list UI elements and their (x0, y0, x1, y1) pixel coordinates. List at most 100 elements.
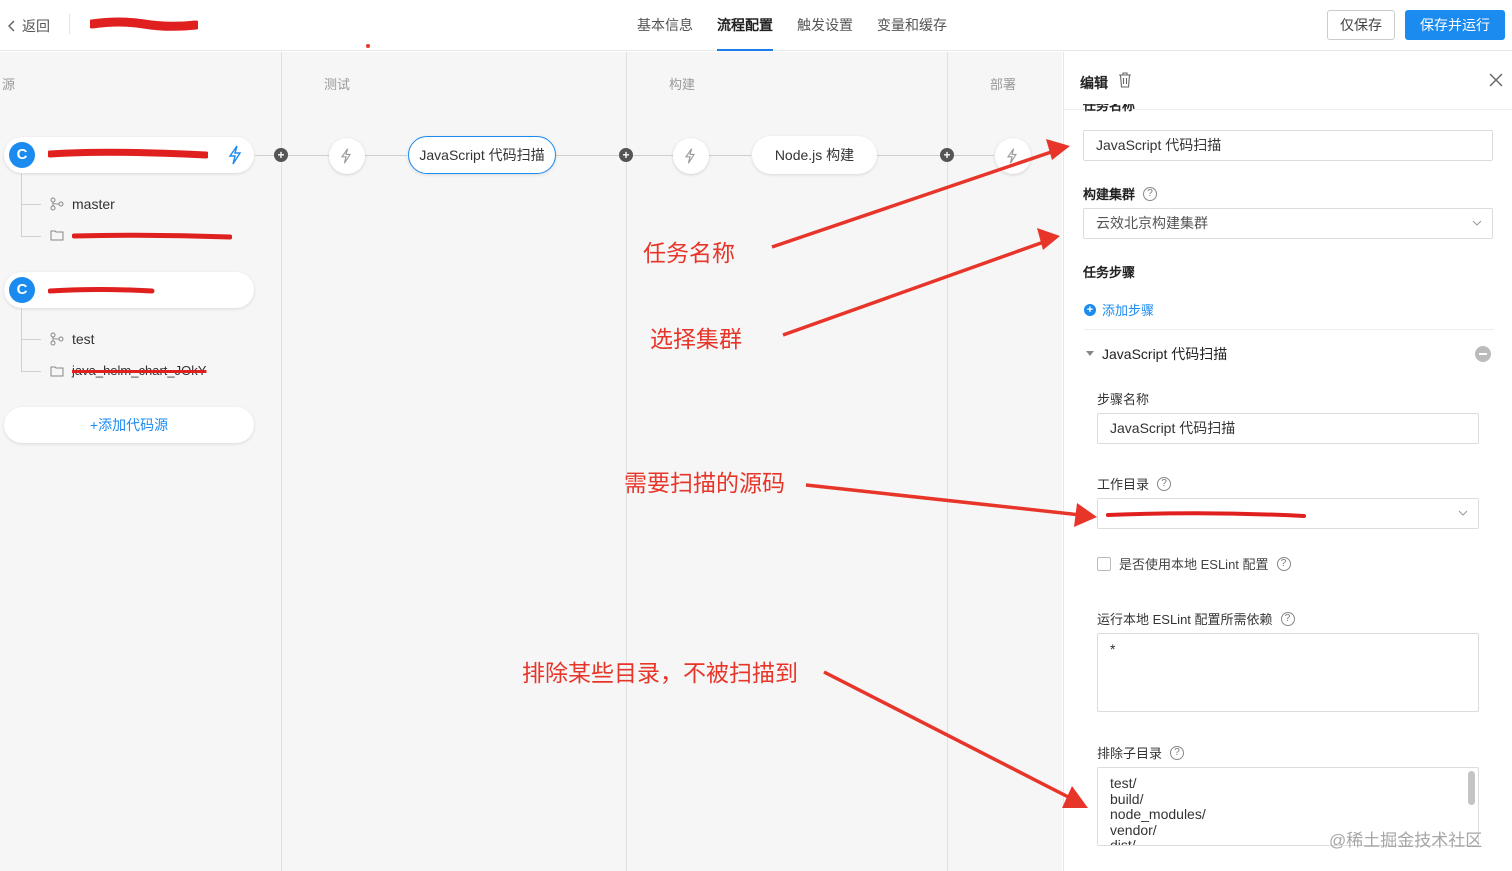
folder-name: java_helm_chart_JOkY (72, 363, 207, 378)
panel-header: 编辑 (1064, 52, 1512, 110)
edit-panel: 编辑 任务名称 JavaScript 代码扫描 构建集群 ? 云效北京构建集群 … (1063, 52, 1512, 871)
stage-title-build: 构建 (669, 77, 696, 92)
chevron-down-icon (1458, 510, 1468, 516)
stage-trigger-button[interactable] (995, 138, 1031, 174)
exclude-line: build/ (1110, 790, 1144, 807)
chevron-left-icon (8, 20, 15, 32)
stage-title-deploy: 部署 (990, 77, 1017, 92)
flow-connector (556, 155, 751, 156)
cluster-select-value: 云效北京构建集群 (1096, 215, 1208, 231)
stage-title-source: 源 (2, 77, 16, 92)
source-card[interactable]: C (4, 272, 254, 308)
trash-icon[interactable] (1118, 72, 1132, 88)
tree-connector (21, 204, 41, 205)
cluster-label: 构建集群 ? (1083, 184, 1158, 203)
branch-icon (50, 332, 64, 346)
branch-name: master (72, 196, 115, 212)
header-tabs: 基本信息 流程配置 触发设置 变量和缓存 (625, 0, 959, 51)
add-source-button[interactable]: +添加代码源 (4, 407, 254, 443)
exclude-dirs-label: 排除子目录 ? (1097, 743, 1185, 762)
task-steps-label: 任务步骤 (1083, 265, 1136, 280)
exclude-dirs-label-text: 排除子目录 (1097, 746, 1163, 761)
codeup-logo-icon: C (9, 142, 35, 168)
task-name-label: 任务名称 (1083, 104, 1136, 113)
workdir-select[interactable] (1097, 498, 1479, 529)
tab-flow-config[interactable]: 流程配置 (705, 0, 785, 51)
annotation-exclude-dirs: 排除某些目录，不被扫描到 (522, 660, 798, 686)
lightning-icon[interactable] (228, 145, 242, 165)
remove-step-icon[interactable] (1475, 346, 1491, 362)
eslint-checkbox-label: 是否使用本地 ESLint 配置 (1119, 557, 1269, 572)
add-step-label: 添加步骤 (1102, 303, 1155, 318)
stage-trigger-button[interactable] (673, 138, 709, 174)
folder-icon (50, 230, 64, 241)
eslint-checkbox[interactable] (1097, 556, 1111, 571)
tree-connector (21, 339, 41, 340)
add-step-button[interactable]: + 添加步骤 (1084, 300, 1154, 319)
source-folder: java_helm_chart_JOkY (50, 363, 206, 378)
source-card[interactable]: C (4, 137, 254, 173)
cluster-label-text: 构建集群 (1083, 187, 1136, 202)
job-javascript-scan[interactable]: JavaScript 代码扫描 (408, 136, 556, 174)
chevron-down-icon (1472, 220, 1482, 226)
branch-icon (50, 197, 64, 211)
source-folder (50, 228, 232, 242)
annotation-source-scan: 需要扫描的源码 (624, 470, 785, 496)
exclude-line: test/ (1110, 775, 1137, 791)
stage-divider (626, 52, 627, 871)
step-name-input[interactable]: JavaScript 代码扫描 (1097, 413, 1479, 444)
step-title: JavaScript 代码扫描 (1102, 346, 1228, 362)
section-divider (1084, 329, 1494, 330)
stage-title-test: 测试 (324, 77, 351, 92)
header-divider (69, 14, 70, 34)
tree-connector (21, 173, 22, 237)
save-only-button[interactable]: 仅保存 (1327, 10, 1395, 40)
lightning-icon (340, 148, 352, 164)
back-button[interactable]: 返回 (8, 16, 50, 36)
stage-divider (281, 52, 282, 871)
plus-circle-icon: + (1084, 303, 1096, 316)
pipeline-canvas: 源 测试 构建 部署 C master C test java_helm_cha… (0, 52, 1062, 871)
save-and-run-button[interactable]: 保存并运行 (1405, 10, 1505, 40)
panel-title: 编辑 (1080, 75, 1108, 91)
redacted-folder-name (72, 232, 232, 240)
folder-icon (50, 366, 64, 376)
source-branch: test (50, 331, 95, 347)
task-name-input[interactable]: JavaScript 代码扫描 (1083, 130, 1493, 161)
redacted-repo-name (48, 148, 208, 159)
source-branch: master (50, 196, 115, 212)
step-name-label: 步骤名称 (1097, 392, 1150, 407)
top-header: 返回 基本信息 流程配置 触发设置 变量和缓存 仅保存 保存并运行 (0, 0, 1512, 51)
tree-connector (21, 308, 22, 372)
eslint-deps-textarea[interactable]: * (1097, 633, 1479, 712)
exclude-line: node_modules/ (1110, 806, 1206, 822)
add-stage-icon[interactable]: + (274, 148, 288, 162)
textarea-scrollbar[interactable] (1468, 771, 1475, 805)
watermark: @稀土掘金技术社区 (1329, 831, 1483, 850)
caret-down-icon (1086, 351, 1094, 356)
back-label: 返回 (22, 18, 50, 34)
eslint-checkbox-row[interactable]: 是否使用本地 ESLint 配置 ? (1097, 554, 1291, 573)
tab-basic-info[interactable]: 基本信息 (625, 0, 705, 51)
annotation-select-cluster: 选择集群 (650, 326, 742, 352)
step-header[interactable]: JavaScript 代码扫描 (1086, 344, 1227, 364)
help-icon[interactable]: ? (1143, 186, 1158, 201)
cluster-select[interactable]: 云效北京构建集群 (1083, 208, 1493, 239)
tab-variables-cache[interactable]: 变量和缓存 (865, 0, 959, 51)
help-icon[interactable]: ? (1276, 556, 1291, 571)
stage-divider (947, 52, 948, 871)
help-icon[interactable]: ? (1170, 745, 1185, 760)
add-stage-icon[interactable]: + (940, 148, 954, 162)
annotation-task-name: 任务名称 (643, 240, 735, 266)
help-icon[interactable]: ? (1280, 611, 1295, 626)
workdir-label-text: 工作目录 (1097, 477, 1150, 492)
tab-trigger-settings[interactable]: 触发设置 (785, 0, 865, 51)
add-stage-icon[interactable]: + (619, 148, 633, 162)
codeup-logo-icon: C (9, 277, 35, 303)
stage-trigger-button[interactable] (329, 138, 365, 174)
job-nodejs-build[interactable]: Node.js 构建 (752, 136, 877, 174)
help-icon[interactable]: ? (1157, 476, 1172, 491)
flow-connector (877, 155, 994, 156)
branch-name: test (72, 331, 95, 347)
close-icon[interactable] (1489, 73, 1503, 87)
